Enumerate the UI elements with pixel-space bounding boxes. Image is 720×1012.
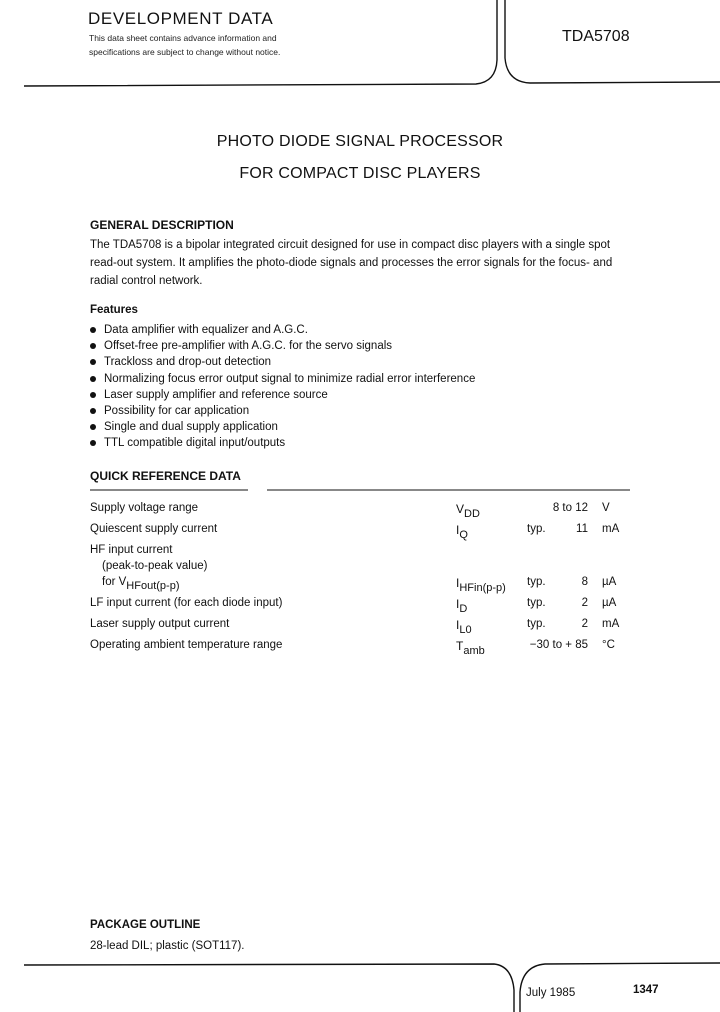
qr-value: 8: [581, 576, 588, 588]
quick-reference-heading: QUICK REFERENCE DATA: [90, 469, 241, 483]
bullet-icon: [90, 343, 96, 350]
qr-symbol: VDD: [456, 502, 480, 520]
qr-value: 11: [576, 523, 588, 535]
bullet-icon: [90, 424, 96, 431]
qr-unit: µA: [602, 597, 617, 609]
bullet-icon: [90, 327, 96, 333]
feature-text: Trackloss and drop-out detection: [104, 356, 272, 369]
qr-param: Laser supply output current: [90, 618, 230, 630]
qr-typ: typ.: [527, 576, 546, 588]
advance-notice-line-1: This data sheet contains advance informa…: [89, 33, 277, 43]
qr-symbol: IL0: [456, 618, 472, 636]
advance-notice-line-2: specifications are subject to change wit…: [89, 47, 281, 57]
package-outline-heading: PACKAGE OUTLINE: [90, 919, 201, 931]
document-title-line-2: FOR COMPACT DISC PLAYERS: [239, 165, 481, 182]
qr-symbol: IQ: [456, 523, 468, 541]
qr-symbol: Tamb: [456, 639, 485, 657]
feature-item: Laser supply amplifier and reference sou…: [90, 387, 475, 403]
qr-row-laser-supply-current: Laser supply output current IL0 typ. 2 m…: [90, 618, 630, 636]
qr-symbol: ID: [456, 597, 468, 615]
document-title-line-1: PHOTO DIODE SIGNAL PROCESSOR: [216, 133, 504, 150]
feature-item: Possibility for car application: [90, 403, 475, 419]
qr-unit: °C: [602, 639, 615, 651]
qr-row-quiescent-current: Quiescent supply current IQ typ. 11 mA: [90, 523, 630, 541]
feature-text: Normalizing focus error output signal to…: [104, 372, 476, 385]
qr-param: (peak-to-peak value): [102, 560, 208, 572]
features-list: Data amplifier with equalizer and A.G.C.…: [90, 322, 475, 452]
feature-item: TTL compatible digital input/outputs: [90, 435, 475, 451]
footer-rule-left: [23, 963, 515, 1012]
qr-param: Supply voltage range: [90, 502, 199, 514]
bullet-icon: [90, 440, 96, 447]
feature-item: Offset-free pre-amplifier with A.G.C. fo…: [90, 338, 475, 354]
bullet-icon: [90, 359, 96, 366]
qr-typ: typ.: [527, 597, 546, 609]
feature-text: Laser supply amplifier and reference sou…: [104, 388, 328, 401]
qr-value: 8 to 12: [552, 502, 588, 514]
feature-item: Normalizing focus error output signal to…: [90, 371, 475, 387]
bullet-icon: [90, 408, 96, 415]
bullet-icon: [90, 391, 96, 398]
feature-item: Single and dual supply application: [90, 419, 475, 435]
general-description-heading: GENERAL DESCRIPTION: [90, 218, 234, 232]
qr-typ: typ.: [527, 523, 546, 535]
feature-text: Single and dual supply application: [104, 421, 278, 434]
description-line: radial control network.: [90, 275, 203, 287]
qr-param: for VHFout(p-p): [102, 576, 180, 592]
qr-row-lf-input-current: LF input current (for each diode input) …: [90, 597, 630, 615]
qr-symbol: IHFin(p-p): [456, 576, 506, 594]
qr-value: 2: [581, 618, 588, 630]
package-outline-text: 28-lead DIL; plastic (SOT117).: [90, 940, 245, 952]
feature-text: Data amplifier with equalizer and A.G.C.: [104, 324, 308, 336]
qr-param: Operating ambient temperature range: [90, 639, 283, 651]
qr-unit: mA: [602, 618, 620, 630]
feature-item: Data amplifier with equalizer and A.G.C.: [90, 322, 475, 338]
feature-text: Possibility for car application: [104, 405, 250, 418]
bullet-icon: [90, 375, 96, 382]
type-number: TDA5708: [562, 28, 630, 45]
qr-row-ambient-temperature: Operating ambient temperature range Tamb…: [90, 639, 630, 657]
development-data-banner: DEVELOPMENT DATA: [88, 9, 274, 28]
qr-param: LF input current (for each diode input): [90, 597, 283, 609]
qr-unit: µA: [602, 576, 617, 588]
features-heading: Features: [90, 304, 138, 316]
feature-item: Trackloss and drop-out detection: [90, 354, 475, 370]
qr-unit: mA: [602, 523, 620, 535]
general-description-text: The TDA5708 is a bipolar integrated circ…: [90, 236, 650, 290]
footer-date: July 1985: [526, 987, 576, 999]
feature-text: Offset-free pre-amplifier with A.G.C. fo…: [104, 340, 393, 353]
description-line: The TDA5708 is a bipolar integrated circ…: [90, 239, 611, 251]
qr-value: −30 to + 85: [529, 639, 588, 651]
qr-row-supply-voltage: Supply voltage range VDD 8 to 12 V: [90, 502, 630, 520]
qr-row-hf-input-current: for VHFout(p-p) IHFin(p-p) typ. 8 µA: [90, 576, 630, 594]
page-number: 1347: [633, 984, 659, 996]
qr-value: 2: [581, 597, 588, 609]
description-line: read-out system. It amplifies the photo-…: [90, 257, 613, 269]
feature-text: TTL compatible digital input/outputs: [104, 437, 286, 450]
qr-param: HF input current: [90, 544, 173, 556]
qr-unit: V: [602, 502, 610, 514]
qr-param: Quiescent supply current: [90, 523, 218, 535]
qr-typ: typ.: [527, 618, 546, 630]
